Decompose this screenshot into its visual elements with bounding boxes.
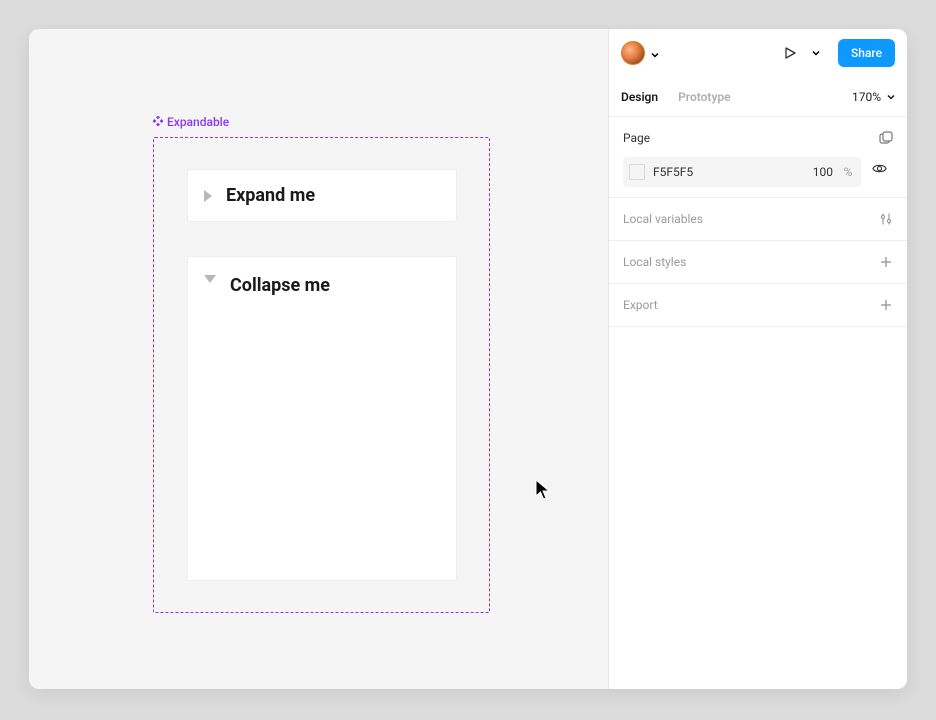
frame-label-text: Expandable [167, 115, 229, 129]
chevron-down-icon [204, 275, 216, 283]
page-options-icon[interactable] [879, 131, 893, 145]
color-opacity-unit: % [841, 165, 855, 179]
zoom-control[interactable]: 170% [852, 90, 895, 104]
chevron-right-icon [204, 190, 212, 202]
page-background-color[interactable]: F5F5F5 100 % [623, 157, 861, 187]
avatar[interactable] [621, 41, 645, 65]
color-hex-value: F5F5F5 [653, 165, 797, 179]
section-local-styles[interactable]: Local styles [609, 241, 907, 284]
frame-label[interactable]: Expandable [153, 115, 229, 129]
tab-design[interactable]: Design [621, 90, 658, 104]
card-expand[interactable]: Expand me [187, 169, 457, 222]
section-export-title: Export [623, 298, 658, 312]
present-button[interactable] [778, 41, 802, 65]
panel-tabs: Design Prototype 170% [609, 77, 907, 117]
app-window: Expandable Expand me Collapse me [29, 29, 907, 689]
card-expand-title: Expand me [226, 185, 315, 206]
color-swatch [629, 164, 645, 180]
plus-icon[interactable] [879, 298, 893, 312]
card-collapse[interactable]: Collapse me [187, 256, 457, 581]
component-icon [153, 115, 163, 129]
chevron-down-icon [887, 93, 895, 101]
section-local-variables-title: Local variables [623, 212, 703, 226]
section-local-styles-title: Local styles [623, 255, 686, 269]
section-page: Page F5F5F5 100 % [609, 117, 907, 198]
card-collapse-title: Collapse me [230, 275, 330, 296]
toggle-visibility-button[interactable] [865, 154, 893, 182]
canvas-area[interactable]: Expandable Expand me Collapse me [29, 29, 608, 689]
avatar-chevron-icon[interactable] [651, 44, 659, 63]
tab-prototype[interactable]: Prototype [678, 90, 731, 104]
present-options-dropdown[interactable] [808, 41, 824, 65]
properties-panel: Share Design Prototype 170% Page F5F5F5 [608, 29, 907, 689]
sliders-icon[interactable] [879, 212, 893, 226]
section-local-variables[interactable]: Local variables [609, 198, 907, 241]
share-button[interactable]: Share [838, 39, 895, 67]
panel-toolbar: Share [609, 29, 907, 77]
section-export[interactable]: Export [609, 284, 907, 327]
mouse-cursor-icon [535, 479, 553, 501]
section-page-title: Page [623, 131, 650, 145]
zoom-value: 170% [852, 90, 881, 104]
color-opacity-value: 100 [805, 165, 833, 179]
plus-icon[interactable] [879, 255, 893, 269]
